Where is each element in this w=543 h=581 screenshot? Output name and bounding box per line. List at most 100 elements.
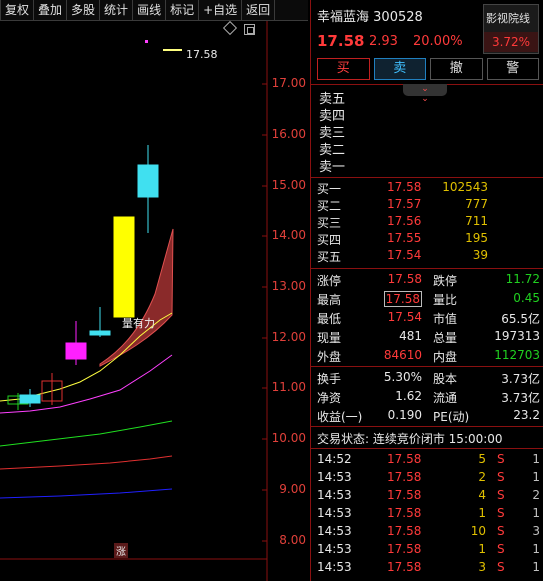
toolbar-button[interactable]: 叠加 [34, 0, 68, 20]
cloud-band [99, 228, 174, 367]
stat-label: 收益(一) [317, 410, 363, 424]
collapse-chevron-icon[interactable]: ⌄ ⌄ [403, 84, 447, 104]
toolbar-button[interactable]: 复权 [0, 0, 35, 20]
tick-volume: 10 [470, 524, 486, 538]
financing-label: 量有力 [122, 317, 155, 330]
bid-volume: 711 [465, 214, 488, 228]
bid-label: 买二 [317, 199, 342, 213]
tick-volume: 1 [478, 542, 486, 556]
ma-line-red [0, 455, 173, 470]
bid-row[interactable]: 买一 17.58 102543 [311, 180, 543, 197]
candle-body [89, 330, 111, 336]
divider [311, 366, 543, 367]
stat-label: 流通 [433, 391, 458, 405]
toolbar-button[interactable]: 多股 [67, 0, 101, 20]
tick-count: 2 [532, 488, 540, 502]
toolbar-button[interactable]: 画线 [133, 0, 167, 20]
stat-value: 84610 [383, 348, 422, 362]
tick-row[interactable]: 14:53 17.58 1 S 1 [311, 506, 543, 524]
stat-label: PE(动) [433, 410, 470, 424]
sector-name: 影视院线 [486, 12, 530, 25]
trading-status: 交易状态: 连续竞价闭市 15:00:00 [317, 432, 503, 446]
tick-price: 17.58 [387, 506, 422, 520]
toolbar-button[interactable]: +自选 [199, 0, 243, 20]
bid-price: 17.58 [387, 180, 422, 194]
last-price: 17.58 [317, 32, 365, 50]
tick-row[interactable]: 14:53 17.58 10 S 3 [311, 524, 543, 542]
stat-label: 现量 [317, 331, 342, 345]
alert-button[interactable]: 警 [486, 58, 539, 80]
tick-row[interactable]: 14:53 17.58 4 S 2 [311, 488, 543, 506]
tick-time: 14:53 [317, 488, 352, 502]
price-axis-tick: 17.00 [271, 76, 306, 90]
buy-button[interactable]: 买 [317, 58, 370, 80]
price-axis-tick: 16.00 [271, 127, 306, 141]
divider [311, 268, 543, 269]
stat-row: 换手 5.30% 股本 3.73亿 [311, 369, 543, 387]
tick-time: 14:53 [317, 470, 352, 484]
stat-value: 11.72 [505, 272, 540, 286]
stat-label: 量比 [433, 293, 458, 307]
stat-row: 收益(一) 0.190 PE(动) 23.2 [311, 407, 543, 425]
stat-label: 内盘 [433, 350, 458, 364]
bid-row[interactable]: 买五 17.54 39 [311, 248, 543, 265]
stat-label: 总量 [433, 331, 458, 345]
tick-count: 3 [532, 524, 540, 538]
price-axis-tick: 13.00 [271, 279, 306, 293]
restore-window-icon[interactable] [244, 24, 255, 35]
stat-value: 197313 [494, 329, 540, 343]
sector-box[interactable]: 影视院线 3.72% [483, 4, 539, 54]
sector-pct: 3.72% [484, 32, 538, 52]
bid-label: 买五 [317, 250, 342, 264]
candle-body [113, 216, 135, 318]
tick-time: 14:53 [317, 506, 352, 520]
stat-value: 0.45 [513, 291, 540, 305]
bid-row[interactable]: 买三 17.56 711 [311, 214, 543, 231]
bid-price: 17.55 [387, 231, 422, 245]
stock-title: 幸福蓝海 300528 [317, 6, 423, 25]
stat-label: 市值 [433, 312, 458, 326]
tick-volume: 2 [478, 470, 486, 484]
bid-row[interactable]: 买四 17.55 195 [311, 231, 543, 248]
toolbar-button[interactable]: 返回 [242, 0, 276, 20]
price-axis-tick: 11.00 [271, 380, 306, 394]
bid-row[interactable]: 买二 17.57 777 [311, 197, 543, 214]
toolbar-button[interactable]: 标记 [166, 0, 200, 20]
bid-price: 17.54 [387, 248, 422, 262]
tick-row[interactable]: 14:52 17.58 5 S 1 [311, 452, 543, 470]
price-axis-tick: 12.00 [271, 330, 306, 344]
stat-value: 3.73亿 [501, 391, 540, 405]
trade-buttons: 买 卖 撤 警 [317, 58, 539, 80]
toolbar-button[interactable]: 统计 [100, 0, 134, 20]
tick-side: S [497, 506, 505, 520]
tick-row[interactable]: 14:53 17.58 2 S 1 [311, 470, 543, 488]
limit-up-badge: 涨 [114, 543, 128, 558]
kline-chart[interactable]: 17.58 量有力 涨 17.00 16.00 15.00 14.00 13.00 12.… [0, 20, 308, 581]
tick-time: 14:53 [317, 524, 352, 538]
tick-row[interactable]: 14:53 17.58 1 S 1 [311, 542, 543, 560]
bid-volume: 102543 [442, 180, 488, 194]
bid-label: 买四 [317, 233, 342, 247]
tick-volume: 3 [478, 560, 486, 574]
candle-body [65, 342, 87, 360]
tick-side: S [497, 542, 505, 556]
sell-button[interactable]: 卖 [373, 58, 426, 80]
tick-price: 17.58 [387, 488, 422, 502]
tick-side: S [497, 488, 505, 502]
bid-volume: 39 [472, 248, 488, 262]
stat-value: 17.54 [387, 310, 422, 324]
bid-price: 17.56 [387, 214, 422, 228]
tick-count: 1 [532, 542, 540, 556]
stat-row: 最低 17.54 市值 65.5亿 [311, 309, 543, 327]
stat-label: 最高 [317, 293, 342, 307]
tick-price: 17.58 [387, 470, 422, 484]
kline-canvas[interactable] [0, 21, 308, 581]
stat-row: 涨停 17.58 跌停 11.72 [311, 271, 543, 289]
cancel-order-button[interactable]: 撤 [430, 58, 483, 80]
ma-line-green [0, 420, 173, 447]
chart-toolbar: 复权 叠加 多股 统计 画线 标记 +自选 返回 [0, 0, 308, 21]
tick-row[interactable]: 14:53 17.58 3 S 1 [311, 560, 543, 578]
stat-value: 3.73亿 [501, 372, 540, 386]
quote-panel: 幸福蓝海 300528 17.58 2.93 20.00% 影视院线 3.72%… [310, 0, 543, 581]
tick-time: 14:52 [317, 452, 352, 466]
